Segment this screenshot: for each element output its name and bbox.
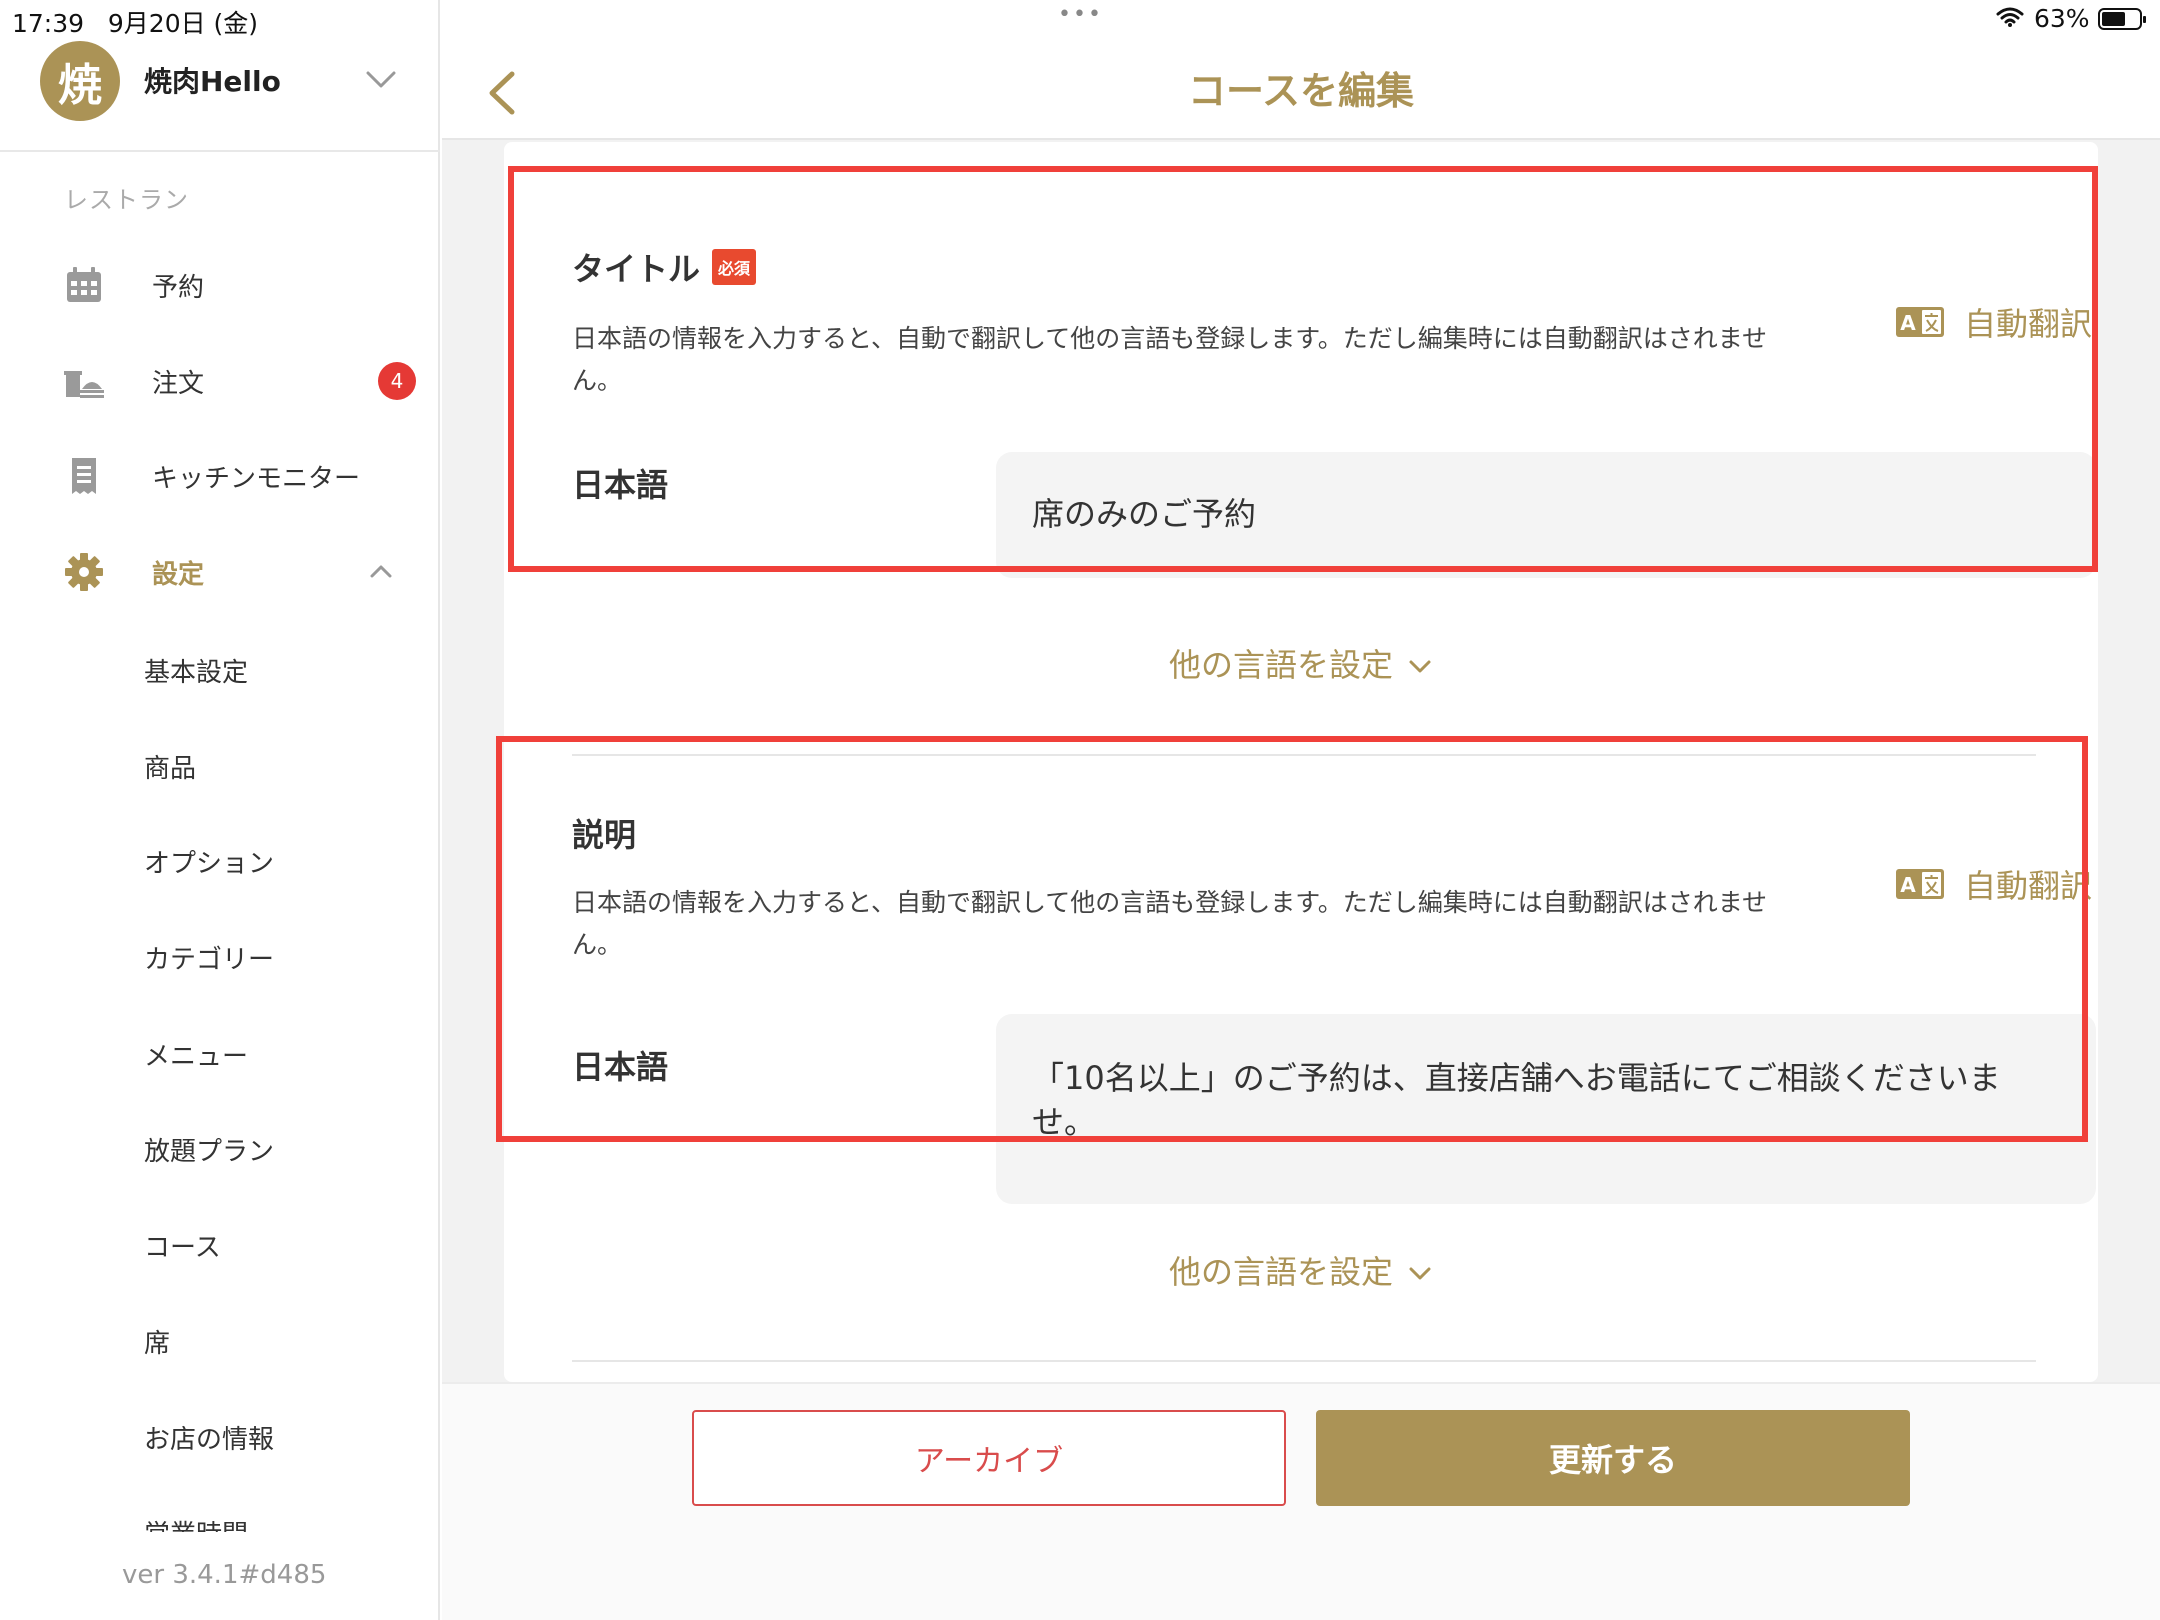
wifi-icon	[1996, 7, 2024, 27]
status-time: 17:39 9月20日 (金)	[12, 9, 259, 38]
form-footer: アーカイブ 更新する	[442, 1382, 2160, 1620]
store-name: 焼肉Hello	[144, 65, 281, 98]
settings-item-options[interactable]: オプション	[144, 843, 274, 880]
store-avatar: 焼	[40, 41, 120, 121]
battery-icon	[2098, 8, 2146, 30]
settings-item-business-hours[interactable]: 営業時間	[144, 1514, 264, 1532]
nav-item-reservations[interactable]: 予約	[0, 250, 440, 320]
update-button[interactable]: 更新する	[1316, 1410, 1910, 1506]
battery-percent: 63%	[2034, 4, 2090, 33]
section-divider	[572, 1360, 2036, 1362]
settings-item-label: 営業時間	[144, 1514, 248, 1532]
top-bar: コースを編集	[442, 38, 2160, 140]
chevron-down-icon	[1409, 1267, 1431, 1280]
battery-level-fill	[2102, 12, 2125, 26]
chevron-down-icon[interactable]	[364, 62, 398, 96]
nav-item-orders[interactable]: 注文 4	[0, 346, 440, 416]
chevron-up-icon[interactable]	[366, 557, 396, 587]
settings-item-menu[interactable]: メニュー	[144, 1036, 248, 1073]
nav-item-settings[interactable]: 設定	[0, 537, 440, 607]
nav-label: 予約	[152, 272, 205, 303]
food-tray-icon	[64, 371, 104, 398]
calendar-icon	[67, 267, 101, 302]
chevron-down-icon	[1409, 660, 1431, 673]
description-other-languages-toggle[interactable]: 他の言語を設定	[504, 1247, 2098, 1293]
settings-item-all-you-can-plans[interactable]: 放題プラン	[144, 1131, 274, 1168]
app-version: ver 3.4.1#d485	[122, 1560, 327, 1590]
settings-item-categories[interactable]: カテゴリー	[144, 939, 274, 976]
page-title: コースを編集	[1187, 69, 1415, 113]
settings-item-courses[interactable]: コース	[144, 1227, 221, 1264]
sidebar: 焼 焼肉Hello レストラン 予約 注文 4 キッチンモニター 設定 基本設定…	[0, 0, 440, 1620]
nav-label: キッチンモニター	[152, 463, 361, 494]
highlight-title-section	[508, 166, 2098, 572]
other-languages-label: 他の言語を設定	[1168, 1253, 1393, 1291]
store-switcher[interactable]: 焼 焼肉Hello	[0, 38, 440, 152]
settings-item-shop-info[interactable]: お店の情報	[144, 1419, 274, 1456]
highlight-description-section	[496, 736, 2088, 1142]
settings-item-basic[interactable]: 基本設定	[144, 652, 248, 689]
gear-icon	[65, 553, 103, 591]
section-label-restaurant: レストラン	[64, 186, 189, 214]
title-other-languages-toggle[interactable]: 他の言語を設定	[504, 640, 2098, 686]
settings-item-products[interactable]: 商品	[144, 748, 196, 785]
other-languages-label: 他の言語を設定	[1168, 646, 1393, 684]
nav-item-kitchen-monitor[interactable]: キッチンモニター	[0, 441, 440, 511]
app-root: 焼 焼肉Hello レストラン 予約 注文 4 キッチンモニター 設定 基本設定…	[0, 0, 2160, 1620]
nav-label: 注文	[152, 368, 205, 399]
settings-item-seats[interactable]: 席	[144, 1323, 170, 1360]
order-count-badge: 4	[378, 362, 416, 400]
status-bar: 17:39 9月20日 (金) ••• 63%	[0, 0, 2160, 38]
multitasking-dots[interactable]: •••	[1058, 2, 1103, 27]
receipt-icon	[72, 458, 96, 494]
nav-label: 設定	[152, 559, 205, 590]
archive-button[interactable]: アーカイブ	[692, 1410, 1286, 1506]
